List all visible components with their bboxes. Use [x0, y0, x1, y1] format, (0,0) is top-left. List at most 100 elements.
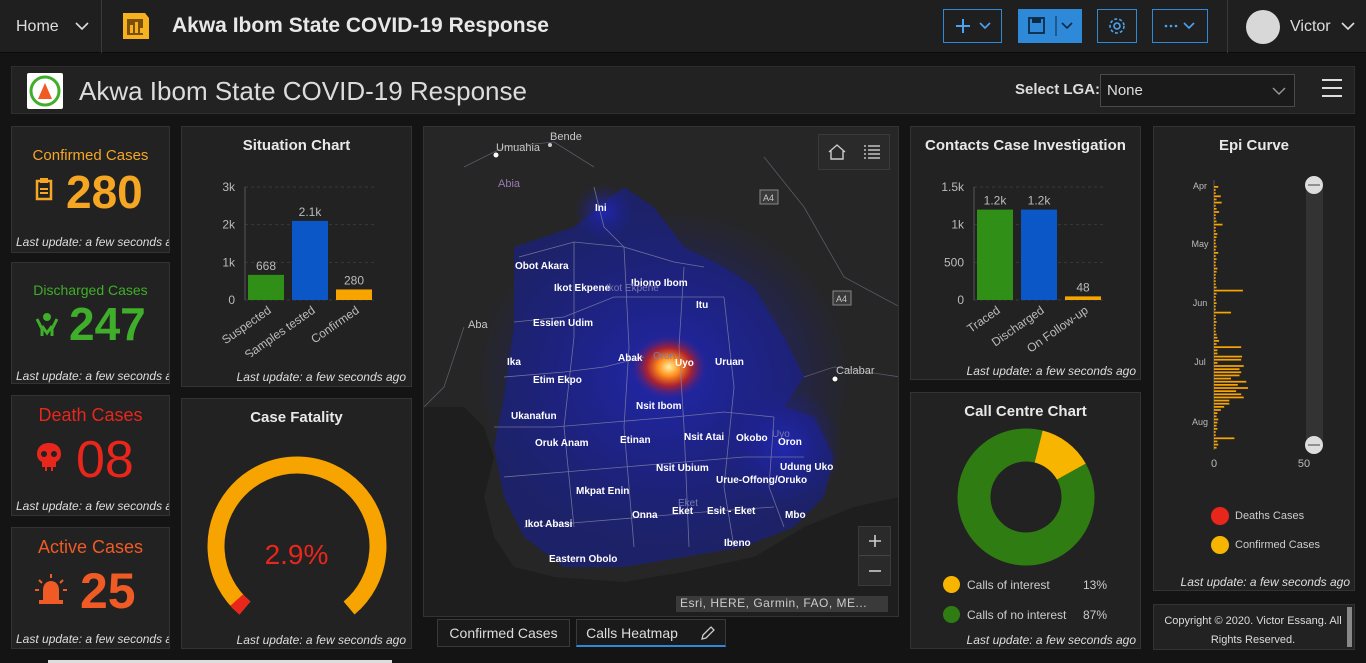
edit-pencil-icon[interactable] [700, 625, 716, 641]
bar[interactable] [248, 274, 284, 300]
map-place-label: Aba [468, 319, 488, 331]
epi-bar [1214, 283, 1216, 286]
add-button[interactable] [943, 9, 1002, 43]
epi-bar [1214, 333, 1217, 336]
home-icon[interactable] [828, 144, 846, 160]
scrollbar[interactable] [1347, 607, 1352, 647]
epi-bar [1214, 258, 1217, 261]
y-tick-label: 0 [228, 293, 235, 307]
map-canvas[interactable]: Bende Umuahia Abia A4 A4 Aba Calabar Ini… [424, 127, 899, 617]
epi-bar [1214, 211, 1220, 213]
epi-bar [1214, 299, 1216, 301]
chevron-down-icon [1272, 87, 1286, 95]
card-title: Active Cases [37, 537, 144, 557]
card-value: 08 [76, 431, 134, 489]
lga-select[interactable]: None [1100, 74, 1295, 107]
call-centre-donut-chart [957, 428, 1095, 566]
y-tick-label: 2k [222, 218, 236, 232]
settings-button[interactable] [1097, 9, 1137, 43]
tab-confirmed-cases[interactable]: Confirmed Cases [437, 619, 570, 647]
map-place-label: Ikot Ekpene [606, 283, 659, 294]
home-menu-button[interactable]: Home [0, 0, 102, 53]
contacts-bar-chart: 05001k1.5k1.2kTraced1.2kDischarged48On F… [941, 180, 1106, 355]
epi-bar [1214, 330, 1216, 333]
zoom-out-button[interactable] [859, 556, 890, 585]
more-options-button[interactable] [1152, 9, 1208, 43]
card-title: Discharged Cases [33, 282, 148, 298]
panel-title: Contacts Case Investigation [925, 137, 1126, 154]
epi-bar [1214, 321, 1217, 323]
lga-label: Ikot Abasi [525, 519, 573, 530]
confirmed-cases-card: Confirmed Cases 280 Last update: a few s… [11, 126, 170, 253]
time-slider-track[interactable] [1306, 182, 1323, 446]
epi-bar [1214, 352, 1218, 355]
map-place-label: Oron [653, 351, 675, 362]
donut-slice[interactable] [1033, 430, 1086, 481]
fatality-value: 2.9% [264, 539, 329, 570]
epi-bar [1214, 443, 1219, 446]
panel-title: Call Centre Chart [964, 403, 1087, 420]
epi-bar [1214, 223, 1223, 226]
map-attribution[interactable]: Esri, HERE, Garmin, FAO, ME... [676, 596, 888, 612]
card-value: 25 [80, 563, 136, 619]
legend-label: Calls of no interest [967, 608, 1067, 622]
hamburger-menu-icon[interactable] [1322, 79, 1342, 99]
zoom-in-button[interactable] [859, 527, 890, 556]
epi-bar [1214, 286, 1217, 289]
x-tick-label: 50 [1298, 458, 1310, 470]
epi-bar [1214, 396, 1244, 399]
bar[interactable] [336, 289, 372, 300]
legend-label: Deaths Cases [1235, 510, 1305, 522]
bar[interactable] [1021, 209, 1057, 300]
copyright-text: Copyright © 2020. Victor Essang. All Rig… [1164, 615, 1342, 646]
lga-label: Obot Akara [515, 261, 569, 272]
epi-bar [1214, 204, 1216, 207]
bar-value-label: 668 [256, 259, 276, 273]
epi-bar [1214, 274, 1216, 276]
panel-update: Last update: a few seconds ago [1180, 575, 1350, 589]
y-tick-label: 3k [222, 180, 236, 194]
epi-bar [1214, 277, 1216, 279]
month-tick-label: Jun [1193, 298, 1208, 308]
epi-bar [1214, 305, 1216, 308]
bar-value-label: 280 [344, 273, 364, 287]
epi-bar [1214, 428, 1218, 430]
epi-bar [1214, 226, 1216, 229]
epi-curve-chart: Apr May Jun Jul Aug 0 50 [1191, 176, 1323, 470]
lga-label: Mbo [785, 510, 806, 521]
chevron-down-icon [1341, 22, 1355, 31]
epi-bar [1214, 431, 1216, 433]
card-title: Confirmed Cases [32, 147, 149, 164]
epi-bar [1214, 192, 1216, 195]
road-label: A4 [763, 193, 774, 203]
panel-update: Last update: a few seconds ago [966, 364, 1136, 378]
top-bar: Home Akwa Ibom State COVID-19 Response V… [0, 0, 1366, 53]
copyright-panel: Copyright © 2020. Victor Essang. All Rig… [1153, 604, 1355, 650]
lga-label: Ini [595, 203, 607, 214]
epi-bar [1214, 440, 1218, 443]
contacts-chart-panel: Contacts Case Investigation 0 500 1k 1.5k 1.… [910, 126, 1141, 380]
epi-bar [1214, 358, 1242, 361]
tab-calls-heatmap[interactable]: Calls Heatmap [576, 619, 726, 647]
epi-bar [1214, 346, 1242, 349]
gear-icon [1109, 18, 1125, 34]
month-tick-label: Apr [1193, 181, 1207, 191]
map-tools [818, 134, 890, 170]
y-tick-label: 1k [951, 218, 965, 232]
user-menu[interactable]: Victor [1227, 0, 1366, 53]
legend-list-icon[interactable] [863, 144, 881, 160]
bar[interactable] [292, 220, 328, 300]
epi-bar [1214, 406, 1225, 408]
legend-item: Calls of interest 13% [943, 576, 1133, 596]
lga-label: Etinan [620, 435, 651, 446]
save-button[interactable] [1018, 9, 1082, 43]
bar[interactable] [977, 209, 1013, 300]
avatar [1246, 9, 1280, 44]
epi-bar [1214, 380, 1247, 383]
bar[interactable] [1065, 296, 1101, 300]
gauge-fill [230, 594, 251, 615]
epi-bar [1214, 308, 1216, 311]
lga-label: Ikot Ekpene [554, 283, 611, 294]
lga-heatmap[interactable]: Bende Umuahia Abia A4 A4 Aba Calabar Ini… [423, 126, 899, 617]
save-icon [1028, 16, 1073, 36]
